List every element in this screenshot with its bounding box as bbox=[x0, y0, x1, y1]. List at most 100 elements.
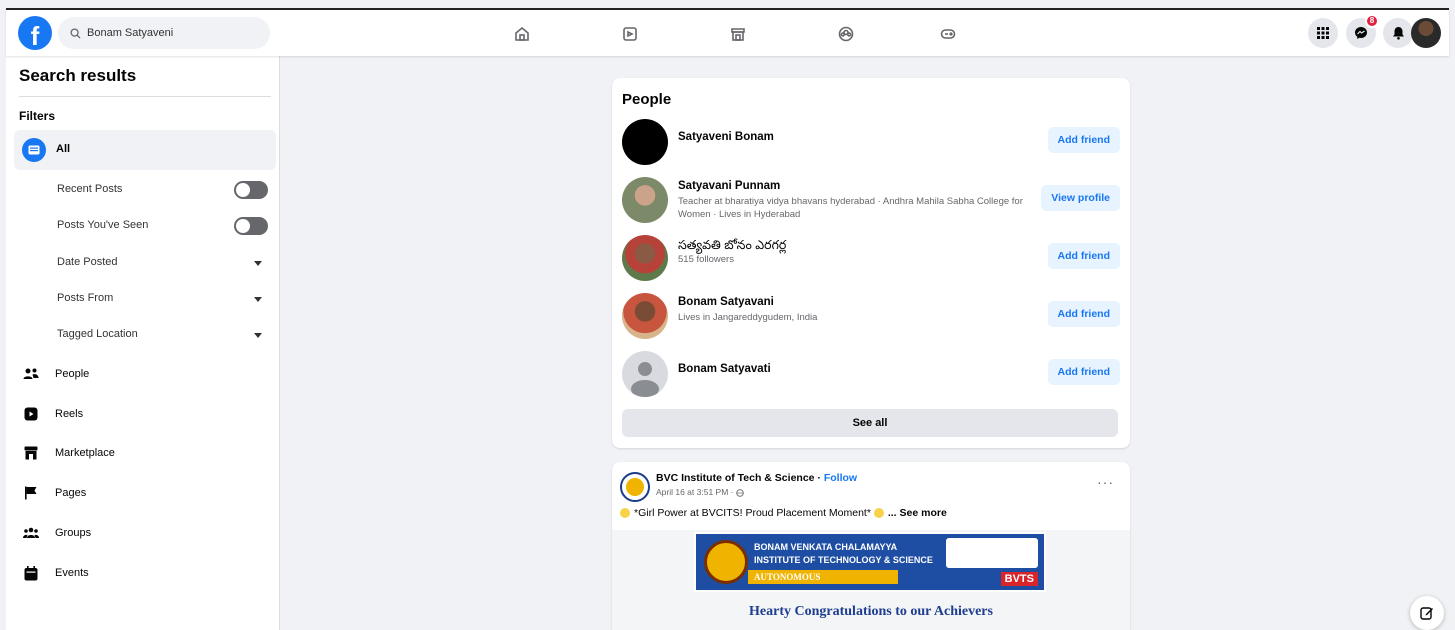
people-section-title: People bbox=[622, 91, 672, 108]
notifications-icon[interactable] bbox=[1383, 18, 1413, 48]
search-icon bbox=[70, 27, 81, 39]
facebook-logo[interactable]: f bbox=[18, 16, 52, 50]
add-friend-button[interactable]: Add friend bbox=[1047, 301, 1120, 327]
list-item[interactable]: Bonam Satyavani Lives in Jangareddygudem… bbox=[622, 293, 1120, 345]
banner-line-3: AUTONOMOUS bbox=[754, 572, 821, 582]
institute-banner: BONAM VENKATA CHALAMAYYA INSTITUTE OF TE… bbox=[694, 532, 1046, 592]
recent-posts-toggle[interactable] bbox=[234, 181, 268, 199]
category-people-label: People bbox=[55, 368, 90, 380]
person-name[interactable]: Bonam Satyavani bbox=[678, 296, 774, 308]
filter-posts-from[interactable]: Posts From bbox=[57, 292, 113, 304]
post-text: *Girl Power at BVCITS! Proud Placement M… bbox=[620, 507, 947, 519]
person-details: 515 followers bbox=[678, 254, 734, 265]
category-reels-label: Reels bbox=[55, 408, 84, 420]
marketplace-icon bbox=[22, 444, 40, 462]
list-item[interactable]: Bonam Satyavati Add friend bbox=[622, 351, 1120, 403]
globe-icon bbox=[736, 489, 744, 497]
home-icon[interactable] bbox=[511, 24, 533, 44]
add-friend-button[interactable]: Add friend bbox=[1047, 359, 1120, 385]
post-body: *Girl Power at BVCITS! Proud Placement M… bbox=[634, 507, 874, 519]
edit-icon bbox=[1420, 607, 1433, 620]
person-name[interactable]: Satyavani Punnam bbox=[678, 180, 780, 192]
person-name[interactable]: Bonam Satyavati bbox=[678, 363, 771, 375]
emoji-icon bbox=[873, 508, 884, 519]
emoji-icon bbox=[620, 508, 630, 519]
post-card: BVC Institute of Tech & Science · Follow… bbox=[612, 462, 1130, 630]
filter-recent-posts-label: Recent Posts bbox=[57, 183, 123, 195]
person-name[interactable]: Satyaveni Bonam bbox=[678, 131, 774, 143]
image-caption: Hearty Congratulations to our Achievers bbox=[749, 604, 993, 619]
filter-posts-seen-label: Posts You've Seen bbox=[57, 219, 149, 231]
avatar[interactable] bbox=[622, 119, 668, 165]
category-groups-label: Groups bbox=[55, 527, 92, 539]
category-people[interactable]: People bbox=[22, 363, 89, 385]
avatar[interactable] bbox=[622, 177, 668, 223]
follow-separator: · bbox=[814, 472, 824, 484]
people-results-card: People Satyaveni Bonam Add friend Satyav… bbox=[612, 78, 1130, 448]
filters-label: Filters bbox=[19, 109, 56, 123]
see-more-link[interactable]: ... See more bbox=[888, 507, 947, 519]
category-pages-label: Pages bbox=[55, 487, 87, 499]
more-options-icon[interactable]: ··· bbox=[1097, 474, 1114, 490]
filter-date-posted[interactable]: Date Posted bbox=[57, 256, 118, 268]
divider bbox=[19, 96, 271, 97]
filter-all[interactable]: All bbox=[14, 130, 276, 170]
chevron-down-icon[interactable] bbox=[254, 333, 262, 338]
chevron-down-icon[interactable] bbox=[254, 297, 262, 302]
category-events[interactable]: Events bbox=[22, 562, 89, 584]
category-reels[interactable]: Reels bbox=[22, 403, 83, 425]
search-value: Bonam Satyaveni bbox=[87, 27, 174, 39]
all-results-icon bbox=[22, 138, 46, 162]
people-icon bbox=[22, 365, 40, 383]
posts-seen-toggle[interactable] bbox=[234, 217, 268, 235]
add-friend-button[interactable]: Add friend bbox=[1047, 243, 1120, 269]
groups-icon[interactable] bbox=[835, 24, 857, 44]
post-timestamp[interactable]: April 16 at 3:51 PM · bbox=[656, 487, 744, 497]
category-groups[interactable]: Groups bbox=[22, 522, 91, 544]
list-item[interactable]: Satyavani Punnam Teacher at bharatiya vi… bbox=[622, 177, 1120, 229]
category-marketplace-label: Marketplace bbox=[55, 447, 115, 459]
top-navigation-bar: f Bonam Satyaveni 8 bbox=[6, 8, 1449, 56]
person-details: Teacher at bharatiya vidya bhavans hyder… bbox=[678, 196, 1023, 220]
person-details: Lives in Jangareddygudem, India bbox=[678, 312, 818, 323]
pages-flag-icon bbox=[22, 484, 40, 502]
page-title: Search results bbox=[19, 66, 137, 85]
list-item[interactable]: Satyaveni Bonam Add friend bbox=[622, 119, 1120, 171]
post-date[interactable]: April 16 at 3:51 PM · bbox=[656, 487, 736, 497]
messenger-badge: 8 bbox=[1365, 14, 1379, 28]
add-friend-button[interactable]: Add friend bbox=[1047, 127, 1120, 153]
view-profile-button[interactable]: View profile bbox=[1041, 185, 1120, 211]
institute-seal-logo bbox=[704, 540, 748, 584]
video-icon[interactable] bbox=[619, 24, 641, 44]
banner-line-2: INSTITUTE OF TECHNOLOGY & SCIENCE bbox=[754, 555, 933, 565]
follow-button[interactable]: Follow bbox=[824, 472, 857, 484]
profile-avatar[interactable] bbox=[1411, 18, 1441, 48]
gaming-icon[interactable] bbox=[937, 24, 959, 44]
list-item[interactable]: సత్యవతి బోనం ఎరగర్ల 515 followers Add fr… bbox=[622, 235, 1120, 287]
college-code: BVTS bbox=[1000, 572, 1038, 586]
reels-icon bbox=[22, 405, 40, 423]
default-avatar-icon[interactable] bbox=[622, 351, 668, 397]
compose-message-button[interactable] bbox=[1410, 596, 1444, 630]
category-events-label: Events bbox=[55, 567, 89, 579]
groups-icon bbox=[22, 524, 40, 542]
category-pages[interactable]: Pages bbox=[22, 482, 86, 504]
avatar[interactable] bbox=[622, 235, 668, 281]
banner-line-1: BONAM VENKATA CHALAMAYYA bbox=[754, 542, 898, 552]
post-author: BVC Institute of Tech & Science · Follow bbox=[656, 472, 857, 484]
menu-grid-icon[interactable] bbox=[1308, 18, 1338, 48]
page-logo[interactable] bbox=[620, 472, 650, 502]
post-image[interactable]: BONAM VENKATA CHALAMAYYA INSTITUTE OF TE… bbox=[612, 530, 1130, 630]
events-icon bbox=[22, 564, 40, 582]
avatar[interactable] bbox=[622, 293, 668, 339]
see-all-button[interactable]: See all bbox=[622, 409, 1118, 437]
search-input[interactable]: Bonam Satyaveni bbox=[58, 17, 270, 49]
messenger-icon[interactable]: 8 bbox=[1346, 14, 1379, 48]
category-marketplace[interactable]: Marketplace bbox=[22, 442, 115, 464]
post-author-name[interactable]: BVC Institute of Tech & Science bbox=[656, 472, 815, 484]
marketplace-icon[interactable] bbox=[727, 24, 749, 44]
accreditation-logos bbox=[946, 538, 1038, 568]
filter-tagged-location[interactable]: Tagged Location bbox=[57, 328, 138, 340]
chevron-down-icon[interactable] bbox=[254, 261, 262, 266]
search-filters-sidebar: Search results Filters All Recent Posts … bbox=[6, 56, 280, 630]
